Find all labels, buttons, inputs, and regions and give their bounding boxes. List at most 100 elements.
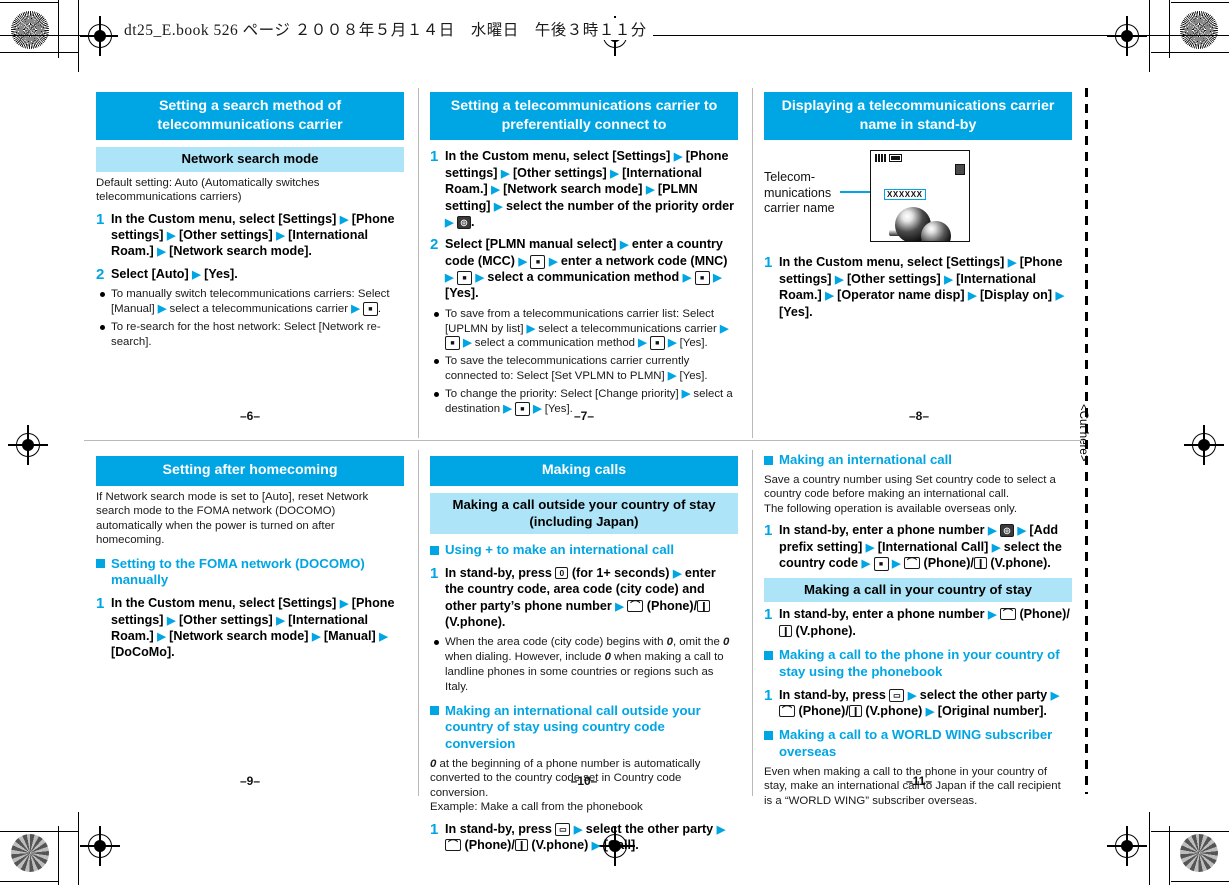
step-item: 1 In stand-by, enter a phone number ▶ (P… bbox=[764, 606, 1072, 639]
step-item: 2 Select [PLMN manual select] ▶ enter a … bbox=[430, 236, 738, 301]
signal-icon bbox=[875, 154, 886, 163]
panel-carrier-name-standby: Displaying a telecommunications carrier … bbox=[764, 92, 1072, 320]
step-text: In the Custom menu, select [Settings] ▶ … bbox=[111, 596, 395, 660]
registration-mark bbox=[1107, 826, 1147, 866]
crop-mark bbox=[58, 0, 60, 58]
panel-title: Displaying a telecommunications carrier … bbox=[764, 92, 1072, 141]
step-item: 1 In the Custom menu, select [Settings] … bbox=[764, 254, 1072, 319]
print-target-star bbox=[1180, 834, 1218, 872]
book-date-stamp: dt25_E.book 526 ページ ２００８年５月１４日 水曜日 午後３時１… bbox=[118, 18, 653, 40]
print-target-star bbox=[1180, 11, 1218, 49]
step-number: 1 bbox=[96, 595, 105, 613]
panel-subtitle: Network search mode bbox=[96, 147, 404, 172]
step-text: In stand-by, enter a phone number ▶ (Pho… bbox=[779, 607, 1070, 638]
panel-subtitle: Making a call in your country of stay bbox=[764, 578, 1072, 603]
step-item: 2 Select [Auto] ▶ [Yes]. bbox=[96, 265, 404, 283]
default-setting-note: Default setting: Auto (Automatically swi… bbox=[96, 176, 320, 204]
step-number: 1 bbox=[430, 564, 439, 582]
folio-page-number: –9– bbox=[239, 774, 261, 788]
list-item: When the area code (city code) begins wi… bbox=[430, 635, 738, 694]
step-text: In stand-by, press ▶ select the other pa… bbox=[445, 822, 725, 852]
panel-search-method: Setting a search method of telecommunica… bbox=[96, 92, 404, 349]
panel-subtitle: Making a call outside your country of st… bbox=[430, 492, 738, 535]
step-text: In stand-by, enter a phone number ▶ ▶ [A… bbox=[779, 523, 1062, 571]
section-heading: Making a call to a WORLD WING subscriber… bbox=[764, 727, 1072, 761]
phone-screen-mock: XXXXXX bbox=[870, 150, 970, 243]
step-item: 1 In stand-by, press 0 (for 1+ seconds) … bbox=[430, 565, 738, 630]
column-divider bbox=[752, 450, 753, 796]
print-target-star bbox=[11, 11, 49, 49]
step-number: 2 bbox=[96, 265, 105, 283]
illustration-label: Telecom- munications carrier name bbox=[764, 170, 835, 216]
step-text: In stand-by, press 0 (for 1+ seconds) ▶ … bbox=[445, 566, 716, 629]
print-target-star bbox=[11, 834, 49, 872]
list-item: To save the telecommunications carrier c… bbox=[430, 354, 738, 384]
crop-mark bbox=[1151, 831, 1229, 833]
list-item: To re-search for the host network: Selec… bbox=[96, 320, 404, 350]
row-divider bbox=[84, 440, 1085, 441]
step-item: 1 In the Custom menu, select [Settings] … bbox=[96, 595, 404, 660]
step-number: 1 bbox=[764, 254, 773, 272]
crop-mark bbox=[1169, 0, 1171, 58]
carrier-name-field: XXXXXX bbox=[884, 189, 926, 201]
step-number: 2 bbox=[430, 236, 439, 254]
status-bar bbox=[875, 154, 902, 163]
column-divider bbox=[752, 88, 753, 438]
panel-international-call: Making an international call Save a coun… bbox=[764, 452, 1072, 808]
section-heading: Making an international call outside you… bbox=[430, 703, 738, 753]
panel-note: If Network search mode is set to [Auto],… bbox=[96, 490, 369, 547]
panel-preferential-carrier: Setting a telecommunications carrier to … bbox=[430, 92, 738, 417]
registration-mark bbox=[80, 826, 120, 866]
bullet-list: To manually switch telecommunications ca… bbox=[96, 287, 404, 349]
crop-mark bbox=[0, 881, 58, 883]
panel-making-calls: Making calls Making a call outside your … bbox=[430, 456, 738, 854]
step-number: 1 bbox=[430, 148, 439, 166]
step-text: In the Custom menu, select [Settings] ▶ … bbox=[111, 211, 395, 259]
panel-title: Making calls bbox=[430, 456, 738, 486]
step-text: In the Custom menu, select [Settings] ▶ … bbox=[779, 255, 1065, 319]
bullet-list: When the area code (city code) begins wi… bbox=[430, 635, 738, 694]
page-canvas: dt25_E.book 526 ページ ２００８年５月１４日 水曜日 午後３時１… bbox=[0, 0, 1229, 885]
folio-page-number: –7– bbox=[573, 409, 595, 423]
step-text: Select [PLMN manual select] ▶ enter a co… bbox=[445, 237, 727, 300]
section-heading: Using + to make an international call bbox=[430, 542, 738, 559]
folio-page-number: –10– bbox=[570, 774, 598, 788]
standby-screen-illustration: Telecom- munications carrier name XXXXXX bbox=[764, 150, 1072, 248]
panel-title: Setting a telecommunications carrier to … bbox=[430, 92, 738, 141]
registration-mark bbox=[8, 425, 48, 465]
step-item: 1 In stand-by, press ▶ select the other … bbox=[764, 687, 1072, 720]
step-text: In stand-by, press ▶ select the other pa… bbox=[779, 688, 1059, 718]
step-item: 1 In stand-by, press ▶ select the other … bbox=[430, 821, 738, 854]
registration-mark bbox=[80, 16, 120, 56]
folio-page-number: –8– bbox=[908, 409, 930, 423]
section-heading: Making an international call bbox=[764, 452, 1072, 469]
crop-mark bbox=[1171, 2, 1229, 4]
crop-mark bbox=[0, 2, 58, 4]
step-number: 1 bbox=[430, 820, 439, 838]
registration-mark bbox=[1107, 16, 1147, 56]
section-heading: Setting to the FOMA network (DOCOMO) man… bbox=[96, 556, 404, 590]
crop-mark bbox=[1149, 812, 1151, 885]
step-text: In the Custom menu, select [Settings] ▶ … bbox=[445, 149, 734, 229]
column-divider bbox=[418, 88, 419, 438]
list-item: To manually switch telecommunications ca… bbox=[96, 287, 404, 317]
crop-mark bbox=[1151, 52, 1229, 54]
section-heading: Making a call to the phone in your count… bbox=[764, 647, 1072, 681]
panel-note: Save a country number using Set country … bbox=[764, 473, 1056, 515]
bullet-list: To save from a telecommunications carrie… bbox=[430, 307, 738, 417]
panel-title: Setting after homecoming bbox=[96, 456, 404, 486]
step-number: 1 bbox=[764, 606, 773, 624]
wallpaper-sphere bbox=[921, 221, 951, 242]
panel-title: Setting a search method of telecommunica… bbox=[96, 92, 404, 141]
folio-page-number: –11– bbox=[905, 774, 933, 788]
mail-icon bbox=[955, 164, 965, 176]
panel-after-homecoming: Setting after homecoming If Network sear… bbox=[96, 456, 404, 661]
step-number: 1 bbox=[764, 686, 773, 704]
crop-mark bbox=[1171, 881, 1229, 883]
battery-icon bbox=[889, 154, 902, 163]
crop-mark bbox=[1149, 0, 1151, 72]
folio-page-number: –6– bbox=[239, 409, 261, 423]
step-item: 1 In the Custom menu, select [Settings] … bbox=[96, 211, 404, 260]
column-divider bbox=[418, 450, 419, 796]
crop-mark bbox=[0, 52, 78, 54]
